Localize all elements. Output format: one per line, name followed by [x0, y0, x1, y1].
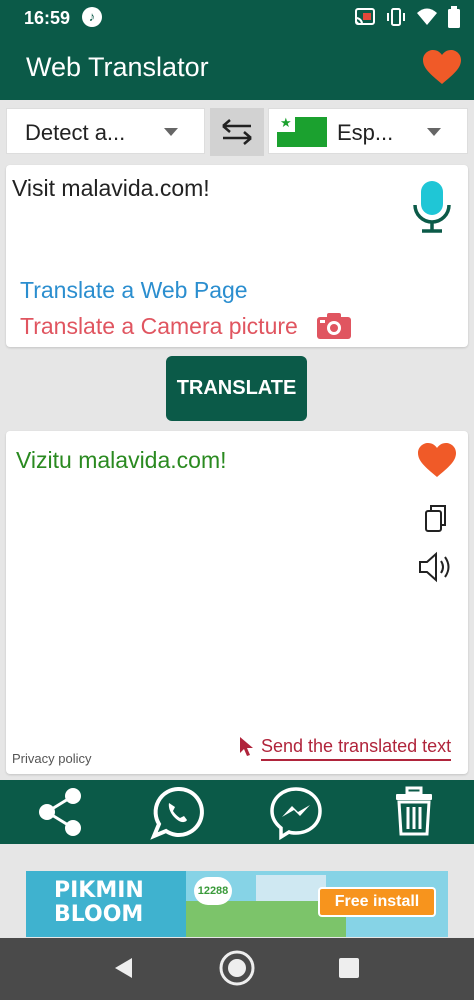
- input-card: Visit malavida.com! Translate a Web Page…: [6, 165, 468, 347]
- ad-brand-line1: PIKMIN: [54, 878, 144, 903]
- home-icon: [219, 950, 255, 986]
- app-title: Web Translator: [26, 52, 209, 82]
- cursor-icon: [239, 736, 255, 763]
- ad-counter: 12288: [194, 877, 232, 905]
- favorites-button[interactable]: [422, 50, 462, 91]
- translate-web-page-link[interactable]: Translate a Web Page: [20, 277, 248, 304]
- messenger-button[interactable]: [268, 786, 324, 845]
- ad-banner[interactable]: PIKMIN BLOOM 12288 Free install: [26, 871, 448, 937]
- recents-button[interactable]: [339, 958, 359, 983]
- share-icon: [39, 788, 81, 836]
- ad-brand-line2: BLOOM: [54, 902, 144, 927]
- target-language-label: Esp...: [337, 120, 394, 145]
- target-language-dropdown[interactable]: ★ Esp...: [268, 108, 468, 154]
- heart-icon: [418, 443, 456, 477]
- status-icons: [354, 6, 460, 28]
- language-selector-row: Detect a... ★ Esp...: [0, 100, 474, 162]
- status-time: 16:59: [24, 8, 71, 28]
- back-icon: [115, 958, 132, 978]
- privacy-policy-link[interactable]: Privacy policy: [12, 751, 91, 766]
- favorite-translation-button[interactable]: [416, 443, 458, 484]
- esperanto-flag-icon: ★: [277, 115, 327, 147]
- delete-button[interactable]: [394, 786, 434, 843]
- microphone-icon: [413, 181, 451, 233]
- chevron-down-icon: [427, 128, 441, 136]
- source-text-input[interactable]: Visit malavida.com!: [12, 175, 210, 202]
- camera-icon[interactable]: [316, 312, 352, 345]
- chevron-down-icon: [164, 128, 178, 136]
- recents-icon: [339, 958, 359, 978]
- cast-icon: [355, 8, 375, 25]
- messenger-icon: [270, 787, 322, 841]
- translate-button[interactable]: TRANSLATE: [166, 356, 307, 421]
- music-icon: ♪: [82, 7, 102, 27]
- copy-icon: [425, 505, 446, 532]
- ad-install-button[interactable]: Free install: [318, 887, 436, 917]
- app-bar: Web Translator: [0, 36, 474, 100]
- status-bar: 16:59 ♪: [0, 0, 474, 36]
- translate-camera-link[interactable]: Translate a Camera picture: [20, 313, 298, 340]
- trash-icon: [396, 786, 432, 836]
- source-language-dropdown[interactable]: Detect a...: [6, 108, 205, 154]
- whatsapp-button[interactable]: [150, 786, 206, 845]
- heart-icon: [423, 50, 461, 84]
- swap-languages-button[interactable]: [210, 108, 264, 156]
- battery-icon: [448, 6, 460, 28]
- output-card: Vizitu malavida.com! Privacy policy Send…: [6, 431, 468, 774]
- whatsapp-icon: [150, 786, 204, 840]
- ad-brand: PIKMIN BLOOM: [54, 879, 144, 927]
- translated-text: Vizitu malavida.com!: [16, 447, 227, 473]
- voice-input-button[interactable]: [412, 179, 452, 240]
- send-translated-text-link[interactable]: Send the translated text: [261, 736, 452, 761]
- speak-button[interactable]: [418, 551, 456, 588]
- system-nav-bar: [0, 938, 474, 1000]
- wifi-icon: [417, 8, 437, 25]
- back-button[interactable]: [112, 956, 136, 985]
- speaker-icon: [419, 551, 450, 583]
- vibrate-icon: [387, 8, 405, 26]
- copy-button[interactable]: [424, 503, 448, 538]
- bottom-action-bar: [0, 780, 474, 844]
- share-button[interactable]: [36, 786, 84, 843]
- swap-icon: [222, 119, 252, 145]
- home-button[interactable]: [218, 949, 256, 992]
- source-language-label: Detect a...: [25, 120, 126, 145]
